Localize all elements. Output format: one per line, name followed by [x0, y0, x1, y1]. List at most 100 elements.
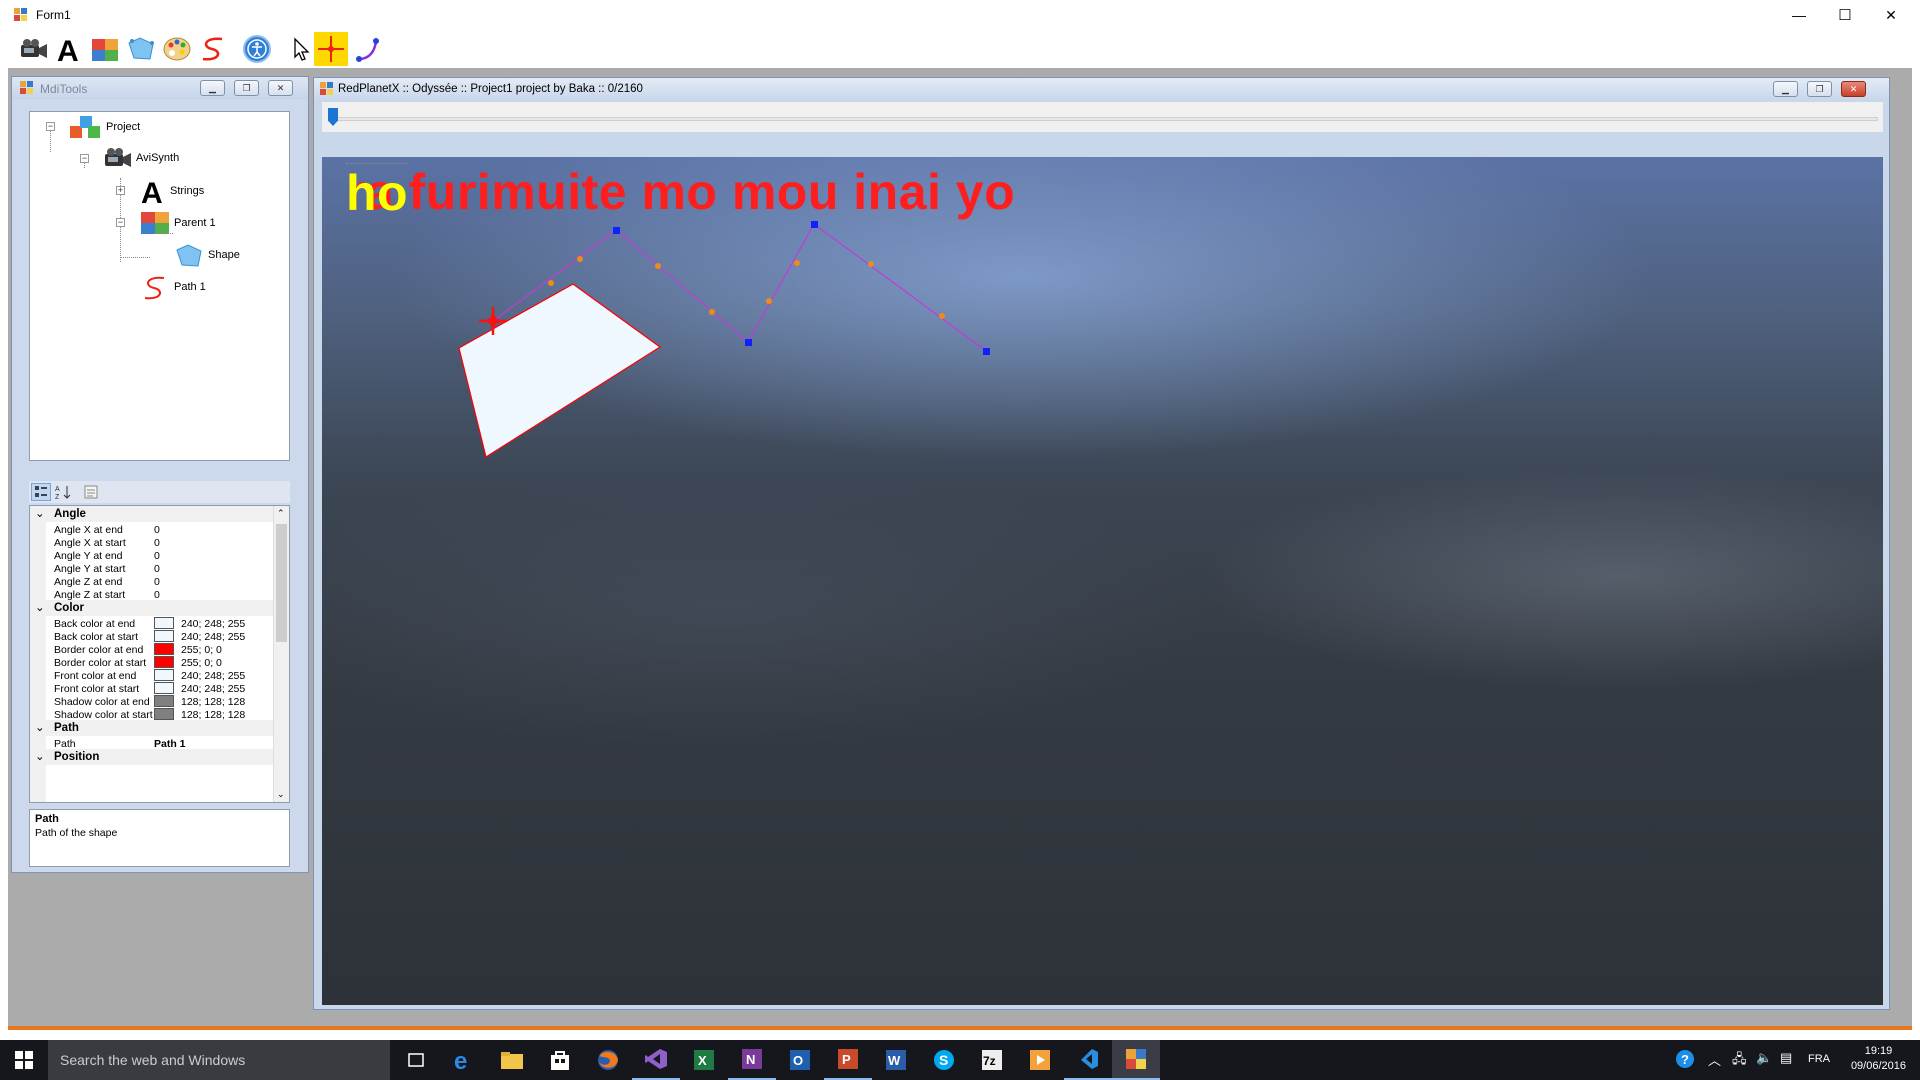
parent-tool-button[interactable] [88, 32, 122, 66]
caption-highlight: ho [346, 163, 409, 221]
taskbar-skype[interactable]: S [920, 1040, 968, 1080]
path-handle[interactable] [939, 313, 945, 319]
network-icon[interactable]: 🖧 [1732, 1050, 1747, 1072]
expand-project-toggle[interactable]: − [46, 122, 55, 131]
shape-quad[interactable] [458, 283, 662, 458]
start-button[interactable] [0, 1040, 48, 1080]
path-vertex[interactable] [613, 227, 620, 234]
timeline-thumb[interactable] [328, 108, 338, 126]
close-button[interactable]: ✕ [1868, 0, 1914, 30]
property-grid[interactable]: ⌄ Angle Angle X at end 0 Angle X at start 0 An… [29, 505, 290, 803]
collapse-arrow-icon[interactable]: ⌄ [35, 749, 45, 765]
help-icon[interactable]: ? [1674, 1048, 1696, 1073]
select-tool-button[interactable] [284, 32, 318, 66]
scroll-thumb[interactable] [276, 524, 287, 642]
path-vertex[interactable] [745, 339, 752, 346]
tree-node-avisynth[interactable]: AviSynth [102, 146, 179, 170]
timeline-track[interactable] [328, 117, 1878, 121]
path-handle[interactable] [794, 260, 800, 266]
path-handle[interactable] [868, 261, 874, 267]
collapse-arrow-icon[interactable]: ⌄ [35, 506, 45, 522]
property-grid-scrollbar[interactable]: ⌃ ⌄ [273, 506, 289, 802]
minimize-button[interactable]: — [1776, 0, 1822, 30]
text-tool-button[interactable]: A [52, 32, 86, 66]
path-control-points[interactable] [613, 221, 990, 355]
mditools-titlebar[interactable]: MdiTools ▁ ❐ ✕ [12, 77, 308, 99]
mditools-close-button[interactable]: ✕ [268, 80, 293, 96]
project-tree[interactable]: − Project − AviSynth + A Strings − Paren… [29, 111, 290, 461]
taskbar-vscode[interactable] [1064, 1040, 1112, 1080]
path-handle[interactable] [709, 309, 715, 315]
expand-strings-toggle[interactable]: + [116, 186, 125, 195]
scroll-down-arrow-icon[interactable]: ⌄ [277, 789, 285, 800]
taskbar-onenote[interactable]: N [728, 1040, 776, 1080]
tree-node-shape[interactable]: Shape [174, 242, 240, 268]
property-pages-button[interactable] [81, 483, 101, 501]
path-handle[interactable] [766, 298, 772, 304]
input-language[interactable]: FRA [1808, 1053, 1830, 1065]
taskbar-clock[interactable]: 19:19 09/06/2016 [1851, 1044, 1906, 1074]
collapse-arrow-icon[interactable]: ⌄ [35, 720, 45, 736]
render-close-button[interactable]: ✕ [1841, 81, 1866, 97]
path-handle[interactable] [577, 256, 583, 262]
property-category[interactable]: ⌄ Color [30, 600, 274, 616]
path-s-icon [144, 276, 165, 300]
move-point-tool-button[interactable] [314, 32, 348, 66]
taskbar-powerpoint[interactable]: P [824, 1040, 872, 1080]
volume-icon[interactable]: 🔈 [1756, 1050, 1772, 1066]
taskbar-file-explorer[interactable] [488, 1040, 536, 1080]
mditools-minimize-button[interactable]: ▁ [200, 80, 225, 96]
taskbar-visual-studio[interactable] [632, 1040, 680, 1080]
taskbar-edge[interactable]: e [440, 1040, 488, 1080]
powerpoint-icon: P [838, 1049, 858, 1069]
svg-text:A: A [141, 177, 163, 206]
video-tool-button[interactable] [16, 32, 50, 66]
path-vertex[interactable] [983, 348, 990, 355]
taskbar-7zip[interactable]: 7z [968, 1040, 1016, 1080]
taskbar-excel[interactable]: X [680, 1040, 728, 1080]
taskbar-form1-app[interactable] [1112, 1040, 1160, 1080]
mditools-restore-button[interactable]: ❐ [234, 80, 259, 96]
form-titlebar[interactable]: Form1 — ☐ ✕ [0, 0, 1920, 30]
cursor-arrow-icon [294, 37, 310, 61]
render-canvas[interactable]: ho ra furimuite mo mou inai yo [322, 157, 1883, 1005]
tree-node-project[interactable]: Project [68, 114, 140, 140]
property-category[interactable]: ⌄ Path [30, 720, 274, 736]
taskbar-word[interactable]: W [872, 1040, 920, 1080]
palette-tool-button[interactable] [160, 32, 194, 66]
path-tool-button[interactable] [196, 32, 230, 66]
render-window-titlebar[interactable]: RedPlanetX :: Odyssée :: Project1 projec… [314, 78, 1889, 100]
maximize-button[interactable]: ☐ [1822, 0, 1868, 30]
curve-tool-button[interactable] [352, 32, 386, 66]
scroll-up-arrow-icon[interactable]: ⌃ [277, 508, 285, 519]
show-hidden-icons-icon[interactable]: ︿ [1708, 1050, 1721, 1069]
alphabetical-view-button[interactable]: AZ [53, 483, 73, 501]
task-view-button[interactable] [392, 1040, 440, 1080]
expand-avisynth-toggle[interactable]: − [80, 154, 89, 163]
task-view-icon [408, 1053, 424, 1067]
render-minimize-button[interactable]: ▁ [1773, 81, 1798, 97]
property-category[interactable]: ⌄ Angle [30, 506, 274, 522]
path-handle[interactable] [548, 280, 554, 286]
shape-tool-button[interactable] [124, 32, 158, 66]
expand-parent-toggle[interactable]: − [116, 218, 125, 227]
about-tool-button[interactable] [240, 32, 274, 66]
timeline-slider[interactable] [322, 102, 1883, 132]
taskbar-search-box[interactable]: Search the web and Windows [48, 1040, 390, 1080]
tree-node-path-1[interactable]: Path 1 [140, 274, 206, 300]
taskbar-firefox[interactable] [584, 1040, 632, 1080]
property-category[interactable]: ⌄ Position [30, 749, 274, 765]
render-restore-button[interactable]: ❐ [1807, 81, 1832, 97]
path-handle[interactable] [655, 263, 661, 269]
path-vertex[interactable] [811, 221, 818, 228]
property-category-label: Color [54, 602, 85, 614]
collapse-arrow-icon[interactable]: ⌄ [35, 600, 45, 616]
taskbar-outlook[interactable]: O [776, 1040, 824, 1080]
action-center-icon[interactable]: ▤ [1780, 1050, 1792, 1066]
taskbar-media-player[interactable] [1016, 1040, 1064, 1080]
taskbar-store[interactable] [536, 1040, 584, 1080]
tree-node-strings[interactable]: A Strings [140, 176, 204, 206]
categorized-view-button[interactable] [31, 483, 51, 501]
tree-node-parent-1[interactable]: Parent 1 [140, 210, 216, 236]
7zip-icon: 7z [982, 1050, 1002, 1070]
